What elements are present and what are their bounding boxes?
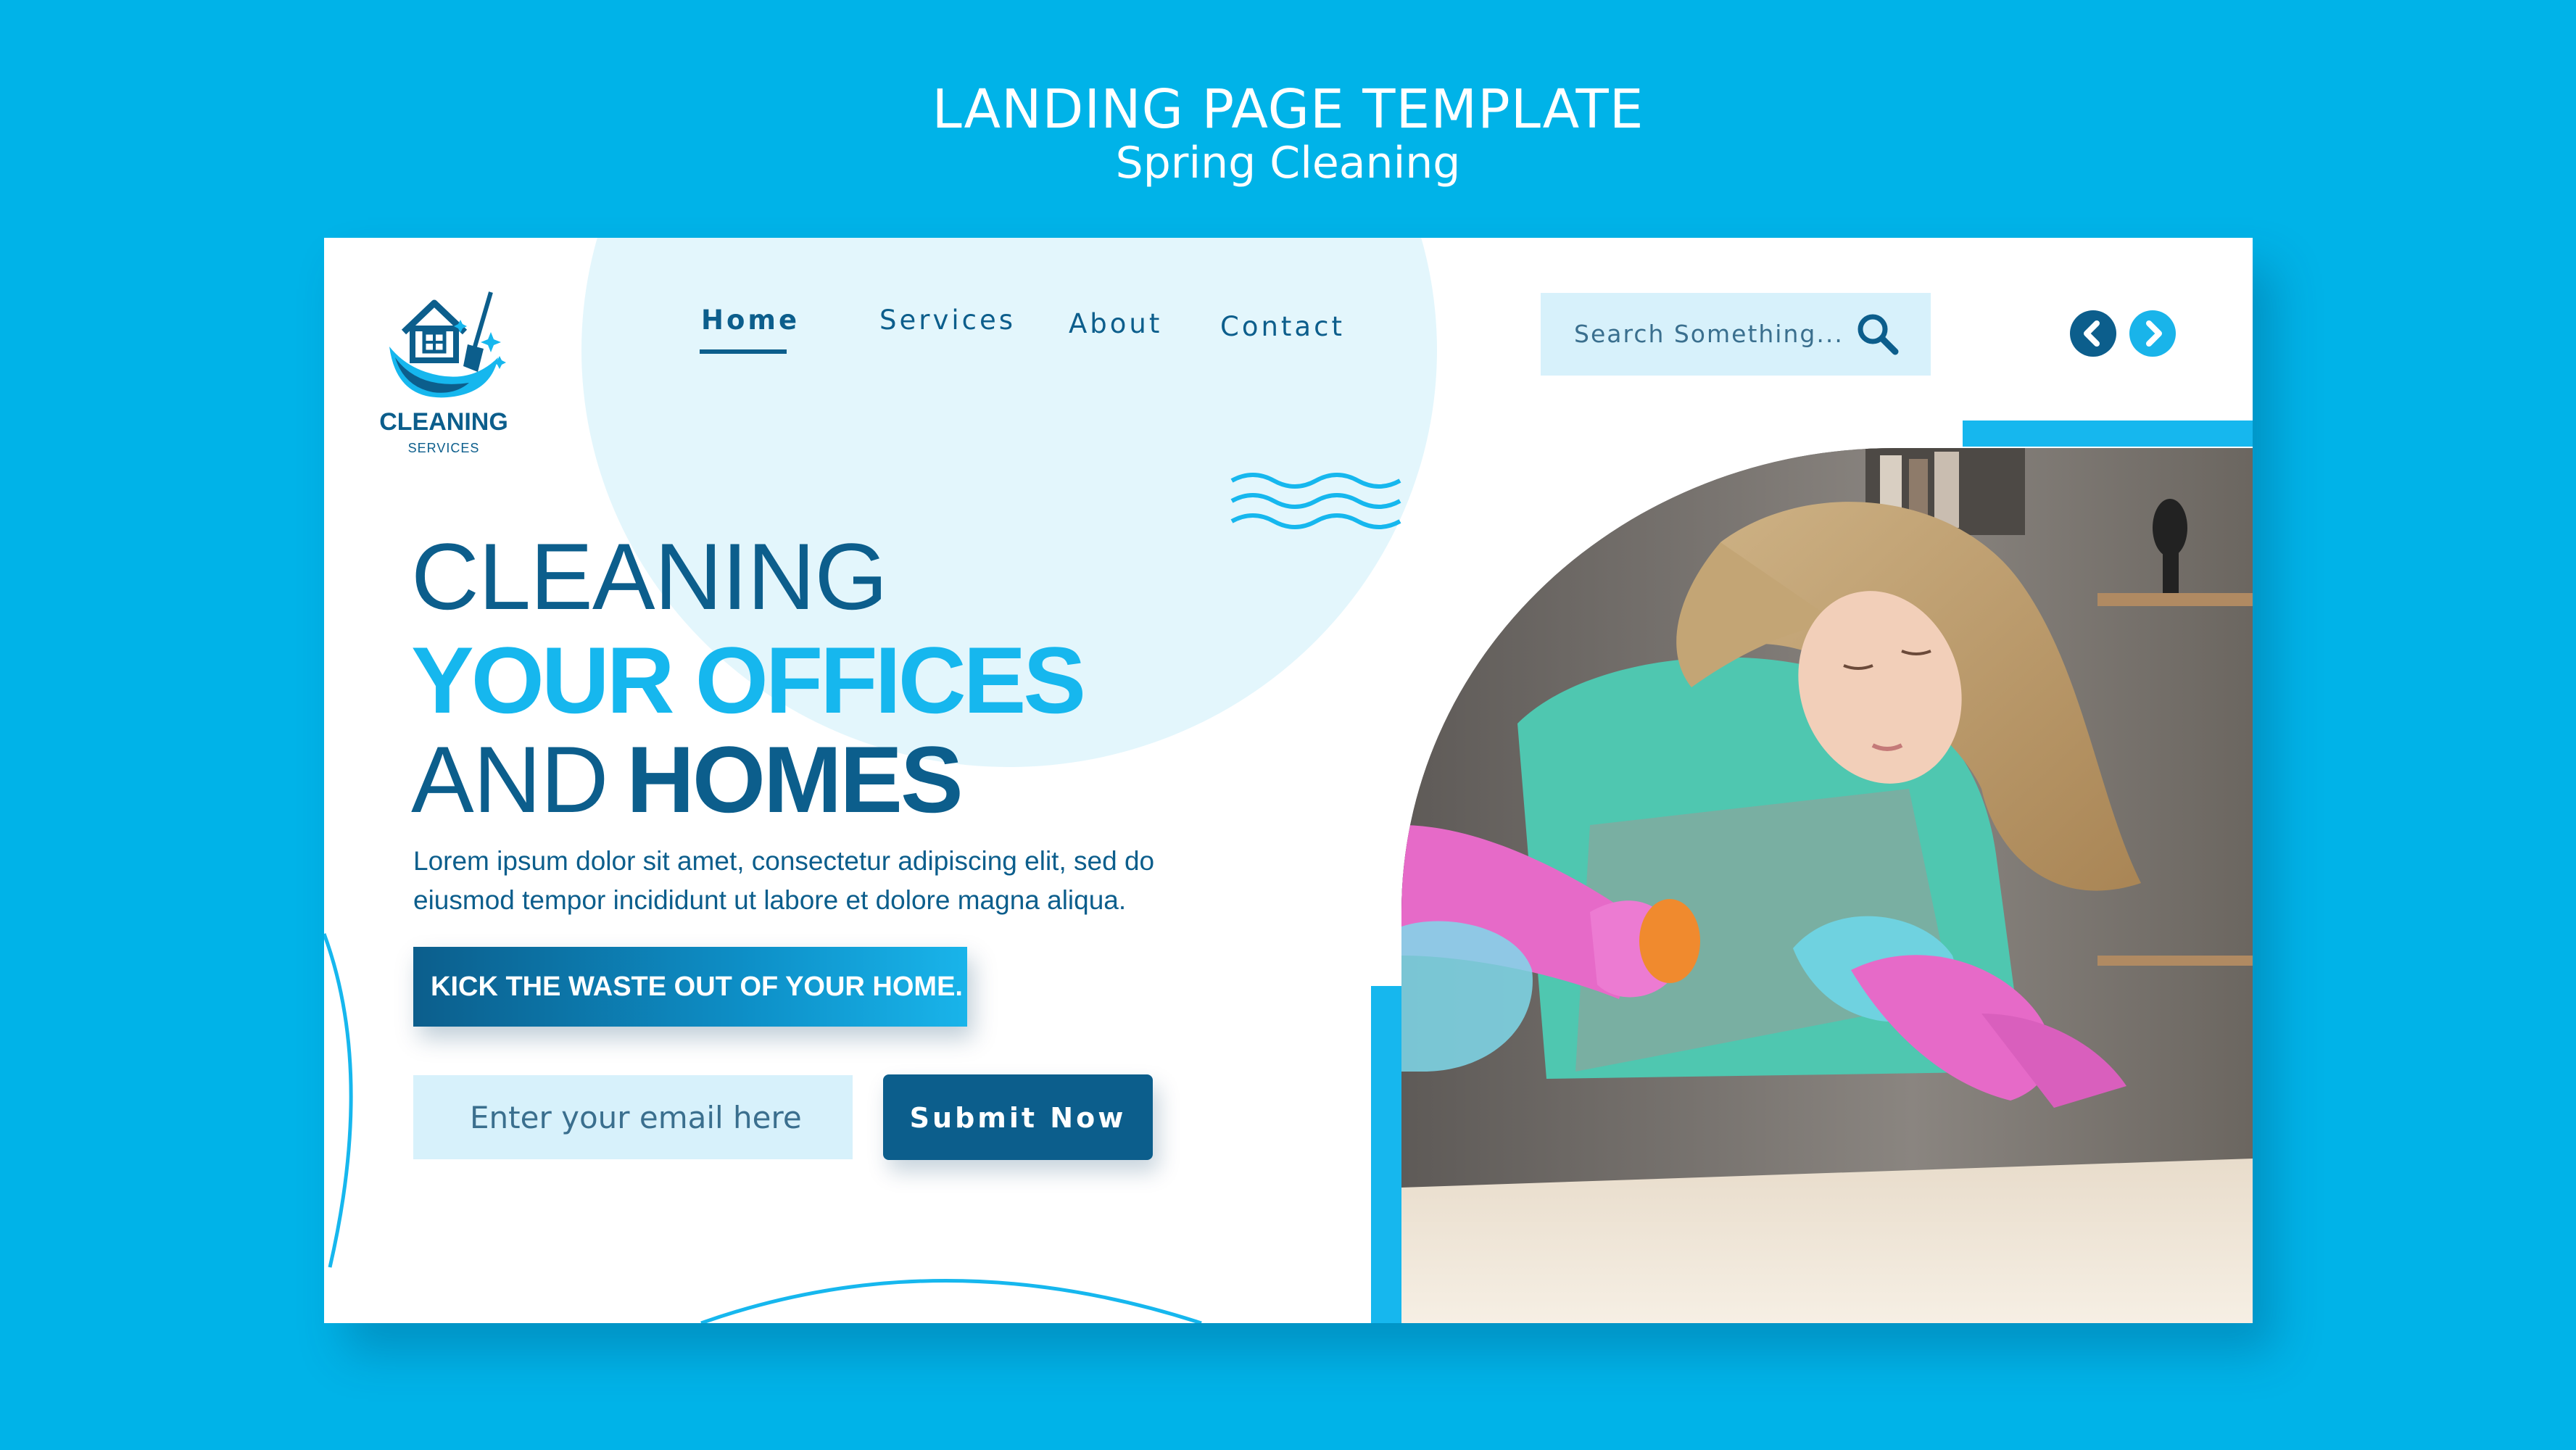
email-field[interactable] xyxy=(413,1075,853,1159)
search-input[interactable] xyxy=(1573,319,1865,349)
headline-line-3-bold: HOMES xyxy=(626,726,964,832)
logo-name: CLEANING xyxy=(379,408,508,436)
landing-page-card: CLEANING SERVICES Home Services About Co… xyxy=(324,238,2253,1323)
headline-line-1: CLEANING xyxy=(411,523,888,629)
house-broom-icon xyxy=(389,291,506,398)
next-slide-button[interactable] xyxy=(2129,310,2176,357)
previous-slide-button[interactable] xyxy=(2070,310,2116,357)
submit-button[interactable]: Submit Now xyxy=(883,1074,1153,1160)
photo-frame-accent-left xyxy=(1371,986,1404,1323)
nav-contact[interactable]: Contact xyxy=(1220,311,1345,342)
headline-line-2: YOUR OFFICES xyxy=(411,627,1086,733)
nav-services[interactable]: Services xyxy=(879,304,1016,336)
cta-banner-text: KICK THE WASTE OUT OF YOUR HOME. xyxy=(431,972,963,1002)
showcase-subtitle: Spring Cleaning xyxy=(1115,138,1461,188)
nav-home[interactable]: Home xyxy=(701,304,800,336)
photo-frame-accent-top xyxy=(1963,420,2253,447)
logo-tagline: SERVICES xyxy=(407,441,480,455)
search-icon[interactable] xyxy=(1855,312,1900,357)
search-box xyxy=(1541,293,1931,376)
cta-banner: KICK THE WASTE OUT OF YOUR HOME. xyxy=(413,947,967,1027)
chevron-right-icon xyxy=(2146,320,2162,347)
submit-button-label: Submit Now xyxy=(909,1102,1127,1134)
chevron-left-icon xyxy=(2084,320,2100,347)
hero-description: Lorem ipsum dolor sit amet, consectetur … xyxy=(413,846,1155,915)
headline-line-3-light: AND xyxy=(411,726,608,832)
showcase-title: LANDING PAGE TEMPLATE xyxy=(932,78,1644,141)
nav-active-indicator xyxy=(700,349,787,354)
nav-about[interactable]: About xyxy=(1069,308,1162,339)
waves-decoration xyxy=(1230,473,1401,529)
logo[interactable]: CLEANING SERVICES xyxy=(375,263,513,455)
